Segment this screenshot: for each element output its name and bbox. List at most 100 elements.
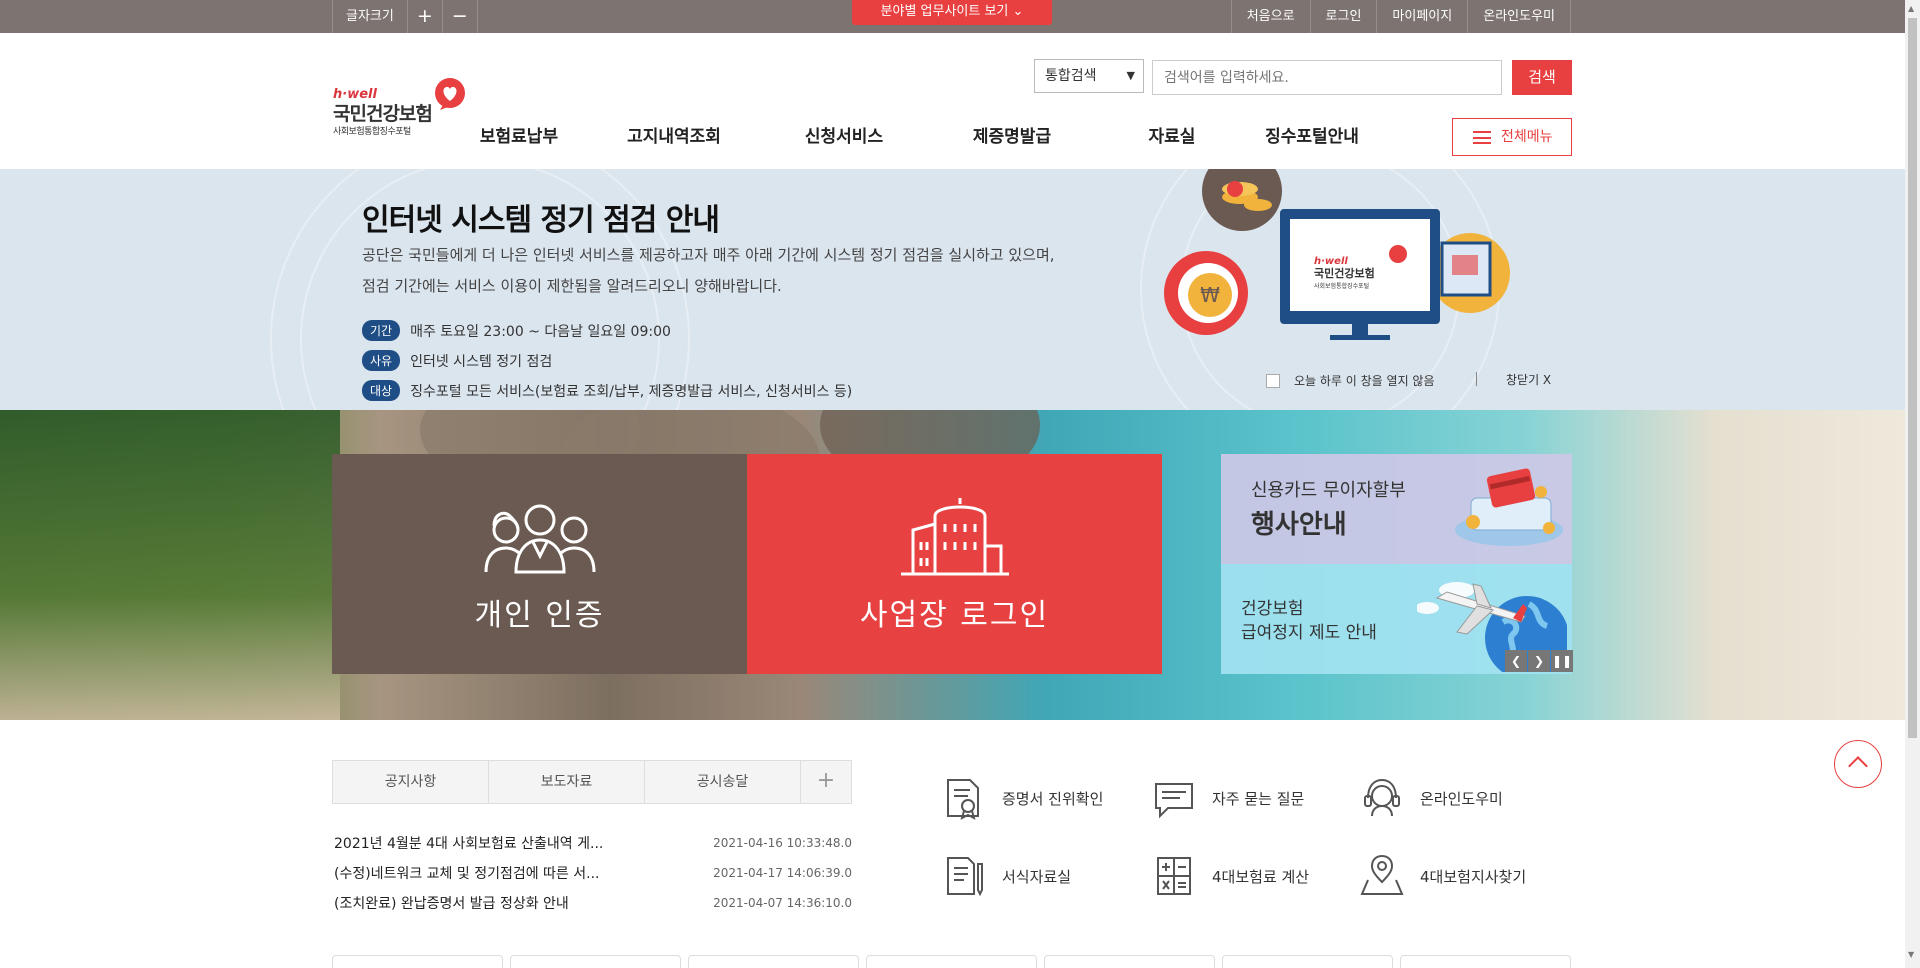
cert-verify-label: 증명서 진위확인 xyxy=(1002,789,1104,808)
nav-portal-guide[interactable]: 징수포털안내 xyxy=(1248,125,1376,149)
list-item-date: 2021-04-16 10:33:48.0 xyxy=(713,836,852,850)
page-scrollbar[interactable]: ▲ ▼ xyxy=(1905,0,1920,968)
more-button[interactable]: + xyxy=(801,761,851,803)
font-size-label: 글자크기 xyxy=(333,0,408,33)
quick-online-helper[interactable]: 온라인도우미 xyxy=(1360,776,1503,820)
reason-text: 인터넷 시스템 정기 점검 xyxy=(410,353,553,370)
branch-finder-label: 4대보험지사찾기 xyxy=(1420,867,1527,886)
mypage-link[interactable]: 마이페이지 xyxy=(1377,0,1469,33)
illustration-logo-kor: 국민건강보험 xyxy=(1314,266,1375,280)
chat-bubble-icon xyxy=(1155,783,1193,819)
tab-public-service[interactable]: 공시송달 xyxy=(645,761,801,803)
scroll-down-arrow[interactable]: ▼ xyxy=(1908,950,1914,959)
font-decrease-button[interactable]: − xyxy=(443,0,478,33)
login-link[interactable]: 로그인 xyxy=(1311,0,1378,33)
all-menu-label: 전체메뉴 xyxy=(1501,129,1553,145)
forms-label: 서식자료실 xyxy=(1002,867,1072,886)
bottom-banner[interactable] xyxy=(332,955,503,968)
all-menu-button[interactable]: 전체메뉴 xyxy=(1452,118,1572,156)
home-link[interactable]: 처음으로 xyxy=(1232,0,1311,33)
list-item-title[interactable]: 2021년 4월분 4대 사회보험료 산출내역 게... xyxy=(334,833,603,853)
pause-icon[interactable]: ❚❚ xyxy=(1551,650,1573,672)
bottom-banner[interactable] xyxy=(1222,955,1393,968)
bottom-banner[interactable] xyxy=(688,955,859,968)
quick-branch-finder[interactable]: 4대보험지사찾기 xyxy=(1360,854,1526,898)
building-icon xyxy=(900,498,1009,576)
no-show-today-checkbox[interactable]: 오늘 하루 이 창을 열지 않음 xyxy=(1266,372,1435,389)
notice-row-period: 기간 매주 토요일 23:00 ~ 다음날 일요일 09:00 xyxy=(362,320,671,341)
business-login-label: 사업장 로그인 xyxy=(859,598,1050,633)
site-list-button[interactable]: 분야별 업무사이트 보기 ⌄ xyxy=(852,0,1052,25)
site-logo[interactable]: h·well 국민건강보험 사회보험통합징수포털 xyxy=(333,77,468,137)
credit-card-event-banner[interactable]: 신용카드 무이자할부 행사안내 xyxy=(1221,454,1572,564)
svg-text:₩: ₩ xyxy=(1200,283,1220,307)
divider xyxy=(1476,372,1477,386)
personal-auth-label: 개인 인증 xyxy=(474,598,605,633)
nav-notice-inquiry[interactable]: 고지내역조회 xyxy=(588,125,760,149)
logo-sub-text: 사회보험통합징수포털 xyxy=(333,127,411,137)
business-login-card[interactable]: 사업장 로그인 xyxy=(747,454,1162,674)
bottom-banner[interactable] xyxy=(510,955,681,968)
nav-resources[interactable]: 자료실 xyxy=(1096,125,1248,149)
list-item[interactable]: (조치완료) 완납증명서 발급 정상화 안내 2021-04-07 14:36:… xyxy=(334,888,852,918)
headset-icon xyxy=(1364,778,1400,817)
certificate-icon xyxy=(947,779,979,820)
illustration-logo-eng: h·well xyxy=(1314,256,1348,267)
bottom-banner[interactable] xyxy=(1400,955,1571,968)
bottom-banner[interactable] xyxy=(866,955,1037,968)
nav-application-service[interactable]: 신청서비스 xyxy=(760,125,928,149)
online-helper-label: 온라인도우미 xyxy=(1420,789,1503,808)
notice-row-target: 대상 징수포털 모든 서비스(보험료 조회/납부, 제증명발급 서비스, 신청서… xyxy=(362,380,852,401)
bottom-banner-row xyxy=(332,955,1578,968)
bottom-banner[interactable] xyxy=(1044,955,1215,968)
scroll-up-arrow[interactable]: ▲ xyxy=(1908,4,1914,13)
close-notice-button[interactable]: 창닫기 X xyxy=(1506,371,1551,388)
online-help-link[interactable]: 온라인도우미 xyxy=(1468,0,1571,33)
main-navigation: 보험료납부 고지내역조회 신청서비스 제증명발급 자료실 징수포털안내 xyxy=(450,125,1376,149)
hamburger-icon xyxy=(1473,131,1491,144)
palm-tree-background xyxy=(0,410,340,720)
period-text: 매주 토요일 23:00 ~ 다음날 일요일 09:00 xyxy=(410,323,671,340)
list-item-title[interactable]: (수정)네트워크 교체 및 정기점검에 따른 서... xyxy=(334,863,600,883)
quick-cert-verify[interactable]: 증명서 진위확인 xyxy=(942,776,1103,820)
scrollbar-thumb[interactable] xyxy=(1908,18,1917,738)
search-button[interactable]: 검색 xyxy=(1512,60,1572,95)
notice-list: 2021년 4월분 4대 사회보험료 산출내역 게... 2021-04-16 … xyxy=(334,828,852,918)
font-size-control: 글자크기 + − xyxy=(332,0,478,33)
scroll-to-top-button[interactable] xyxy=(1834,740,1882,788)
font-increase-button[interactable]: + xyxy=(408,0,443,33)
tab-notices[interactable]: 공지사항 xyxy=(333,761,489,803)
reason-tag: 사유 xyxy=(362,350,401,371)
chevron-left-icon[interactable]: ❮ xyxy=(1505,650,1527,672)
event-line-1: 신용카드 무이자할부 xyxy=(1251,480,1406,501)
target-tag: 대상 xyxy=(362,380,401,401)
list-item-title[interactable]: (조치완료) 완납증명서 발급 정상화 안내 xyxy=(334,893,569,913)
chevron-right-icon[interactable]: ❯ xyxy=(1528,650,1550,672)
quick-faq[interactable]: 자주 묻는 질문 xyxy=(1152,776,1304,820)
tab-press[interactable]: 보도자료 xyxy=(489,761,645,803)
chevron-up-icon xyxy=(1848,756,1868,776)
list-item[interactable]: (수정)네트워크 교체 및 정기점검에 따른 서... 2021-04-17 1… xyxy=(334,858,852,888)
quick-forms[interactable]: 서식자료실 xyxy=(942,854,1071,898)
search-scope-select[interactable]: 통합검색 ▼ xyxy=(1034,59,1144,93)
list-item[interactable]: 2021년 4월분 4대 사회보험료 산출내역 게... 2021-04-16 … xyxy=(334,828,852,858)
quick-calculator[interactable]: 4대보험료 계산 xyxy=(1152,854,1309,898)
calculator-label: 4대보험료 계산 xyxy=(1212,867,1310,886)
search-scope-value: 통합검색 xyxy=(1045,68,1097,84)
checkbox-box[interactable] xyxy=(1266,373,1280,388)
credit-card-phone-icon xyxy=(1455,468,1563,546)
maintenance-illustration: ₩ h·well 국민건강보험 사회보험통합징수포털 xyxy=(1164,169,1510,340)
nav-premium-payment[interactable]: 보험료납부 xyxy=(450,125,588,149)
search-input[interactable] xyxy=(1152,60,1502,95)
notice-title: 인터넷 시스템 정기 점검 안내 xyxy=(362,203,720,238)
chevron-down-icon: ⌄ xyxy=(1012,4,1024,19)
personal-auth-card[interactable]: 개인 인증 xyxy=(332,454,747,674)
map-pin-icon xyxy=(1360,854,1404,895)
list-item-date: 2021-04-17 14:06:39.0 xyxy=(713,866,852,880)
event-line-2: 행사안내 xyxy=(1251,510,1347,540)
nav-certificate[interactable]: 제증명발급 xyxy=(928,125,1096,149)
list-item-date: 2021-04-07 14:36:10.0 xyxy=(713,896,852,910)
calculator-icon xyxy=(1157,857,1191,895)
illustration-logo-sub: 사회보험통합징수포털 xyxy=(1314,282,1369,290)
benefit-line-1: 건강보험 xyxy=(1241,599,1304,619)
